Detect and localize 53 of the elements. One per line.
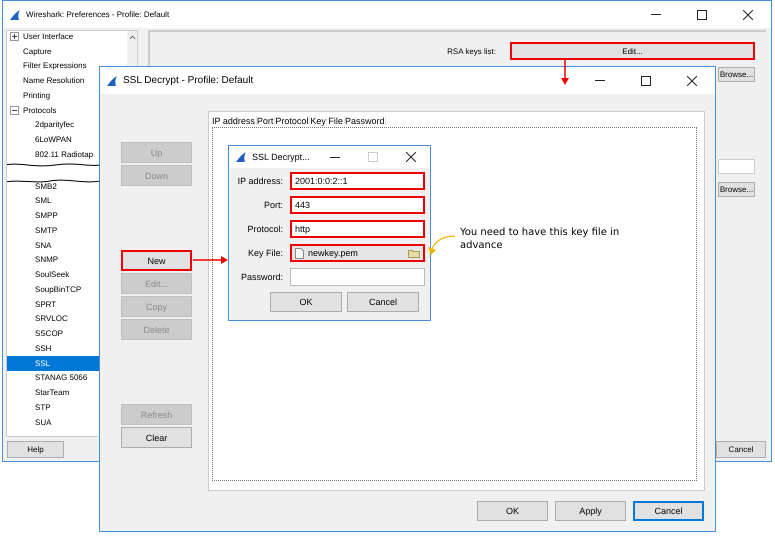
dialog-button[interactable]: Cancel xyxy=(633,501,704,521)
minimize-icon[interactable] xyxy=(330,156,340,158)
side-button[interactable]: New xyxy=(121,250,192,271)
column-header[interactable]: IP address xyxy=(212,116,257,126)
maximize-icon[interactable] xyxy=(697,10,707,20)
leader-line xyxy=(426,234,456,256)
window-title: SSL Decrypt - Profile: Default xyxy=(123,75,254,86)
fin-icon xyxy=(9,8,21,20)
side-button[interactable]: Clear xyxy=(121,427,192,448)
input-field[interactable] xyxy=(290,268,425,286)
tree-item[interactable]: Protocols xyxy=(7,102,127,118)
input-field[interactable]: 443 xyxy=(290,196,425,214)
input-field[interactable]: http xyxy=(290,220,425,238)
text-field[interactable] xyxy=(718,159,755,174)
dialog-button[interactable]: Cancel xyxy=(347,292,419,312)
tree-item[interactable]: Capture xyxy=(7,44,127,58)
window-title: Wireshark: Preferences - Profile: Default xyxy=(26,10,170,19)
tree-item[interactable]: User Interface xyxy=(7,31,127,44)
input-field[interactable]: 2001:0:0:2::1 xyxy=(290,172,425,190)
column-header[interactable]: Protocol xyxy=(275,116,310,126)
close-icon[interactable] xyxy=(743,10,753,20)
help-button[interactable]: Help xyxy=(7,440,64,458)
file-icon xyxy=(295,248,304,258)
arrow xyxy=(193,255,229,265)
close-icon[interactable] xyxy=(687,76,697,86)
browse-button[interactable]: Browse... xyxy=(718,182,755,197)
scroll-up-icon[interactable] xyxy=(128,35,136,40)
field-label: Key File: xyxy=(246,248,283,258)
column-header[interactable]: Password xyxy=(344,116,386,126)
file-field[interactable]: newkey.pem xyxy=(290,244,425,262)
field-label: Protocol: xyxy=(246,224,283,234)
rsa-keys-label: RSA keys list: xyxy=(447,46,496,56)
close-icon[interactable] xyxy=(406,152,416,162)
maximize-icon[interactable] xyxy=(641,76,651,86)
column-header[interactable]: Port xyxy=(256,116,276,126)
cancel-button[interactable]: Cancel xyxy=(716,440,766,458)
window-title: SSL Decrypt... xyxy=(252,152,311,162)
field-label: Password: xyxy=(240,272,283,282)
expand-icon[interactable] xyxy=(10,32,19,41)
dialog-button[interactable]: Apply xyxy=(555,501,626,521)
edit-button[interactable]: Edit... xyxy=(510,42,755,60)
arrow xyxy=(560,58,570,86)
field-label: Port: xyxy=(262,200,283,210)
fin-icon xyxy=(106,74,118,86)
annotation-text: You need to have this key file in advance xyxy=(460,226,620,252)
field-label: IP address: xyxy=(236,176,283,186)
file-name: newkey.pem xyxy=(308,248,359,258)
dialog-button[interactable]: OK xyxy=(270,292,342,312)
dialog-button[interactable]: OK xyxy=(477,501,548,521)
column-header[interactable]: Key File xyxy=(310,116,345,126)
browse-button[interactable]: Browse... xyxy=(718,67,755,82)
fin-icon xyxy=(235,151,247,163)
collapse-icon[interactable] xyxy=(10,106,19,115)
